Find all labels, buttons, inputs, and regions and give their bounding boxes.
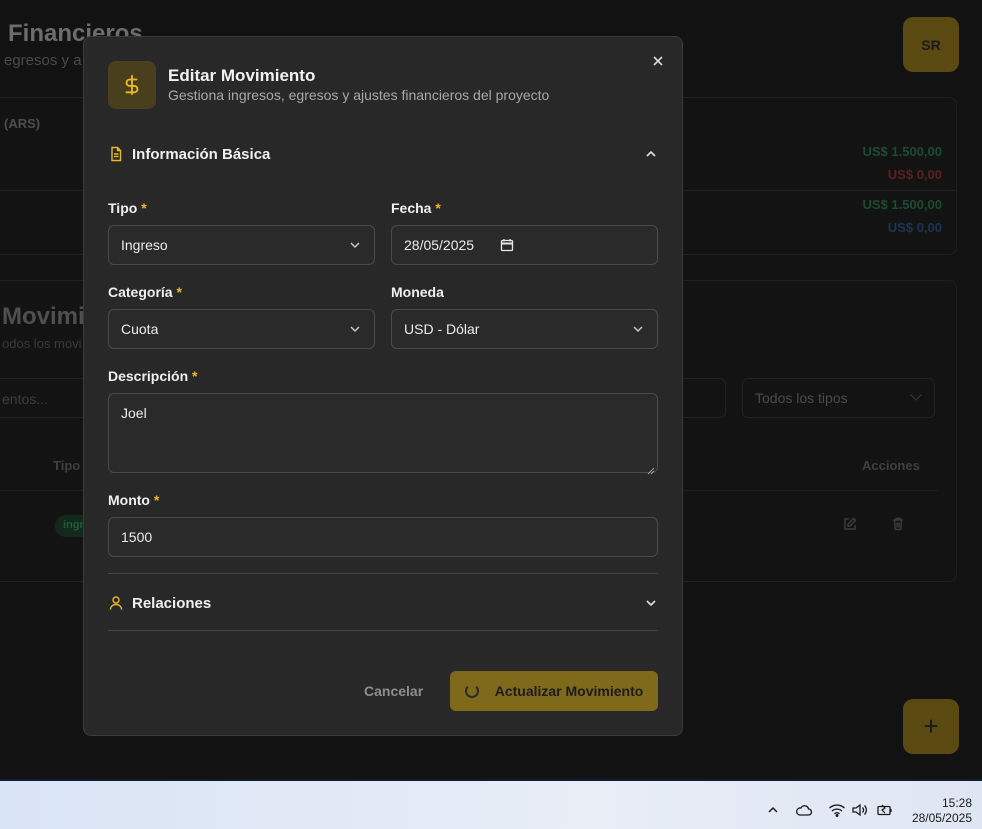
categoria-label-text: Categoría xyxy=(108,284,173,300)
chevron-down-icon xyxy=(348,322,362,336)
avatar[interactable]: SR xyxy=(903,17,959,72)
categoria-label: Categoría * xyxy=(108,284,182,300)
clock[interactable]: 15:28 28/05/2025 xyxy=(912,796,972,826)
chevron-down-icon xyxy=(348,238,362,252)
resize-handle[interactable] xyxy=(647,462,655,475)
search-placeholder: entos... xyxy=(2,391,48,407)
dialog-title: Editar Movimiento xyxy=(168,66,316,85)
money-expense: US$ 0,00 xyxy=(887,167,942,182)
monto-label: Monto * xyxy=(108,492,159,508)
add-movement-button[interactable]: + xyxy=(903,699,959,754)
tipo-label: Tipo * xyxy=(108,200,147,216)
descripcion-textarea[interactable]: Joel xyxy=(108,393,658,475)
section-basic-info-title: Información Básica xyxy=(132,145,271,163)
battery-icon[interactable] xyxy=(876,801,894,819)
fecha-value: 28/05/2025 xyxy=(404,237,475,253)
type-filter-select[interactable]: Todos los tipos xyxy=(742,378,935,418)
section-relations-header[interactable]: Relaciones xyxy=(108,591,658,615)
cloud-icon[interactable] xyxy=(795,801,813,819)
required-marker: * xyxy=(435,200,441,216)
edit-icon[interactable] xyxy=(842,516,858,532)
clock-time: 15:28 xyxy=(941,796,972,810)
monto-label-text: Monto xyxy=(108,492,150,508)
update-movement-label: Actualizar Movimiento xyxy=(494,683,644,699)
loading-spinner-icon xyxy=(464,684,479,698)
clock-date: 28/05/2025 xyxy=(911,811,972,825)
money-income: US$ 1.500,00 xyxy=(862,144,942,159)
wifi-icon[interactable] xyxy=(828,801,846,819)
tipo-select[interactable]: Ingreso xyxy=(108,225,375,265)
moneda-value: USD - Dólar xyxy=(404,321,480,337)
section-basic-info-header[interactable]: Información Básica xyxy=(108,142,658,166)
tipo-label-text: Tipo xyxy=(108,200,138,216)
required-marker: * xyxy=(192,368,198,384)
movements-title: Movimi xyxy=(2,303,85,330)
cancel-button[interactable]: Cancelar xyxy=(364,683,423,699)
money-balance: US$ 1.500,00 xyxy=(862,197,942,212)
chevron-down-icon xyxy=(631,322,645,336)
descripcion-label: Descripción * xyxy=(108,368,197,384)
page-subtitle: egresos y a xyxy=(4,52,82,69)
document-icon xyxy=(108,146,124,162)
chevron-down-icon xyxy=(910,389,922,401)
close-icon[interactable] xyxy=(650,53,666,69)
type-filter-value: Todos los tipos xyxy=(755,390,848,406)
divider xyxy=(108,630,658,631)
fecha-input[interactable]: 28/05/2025 xyxy=(391,225,658,265)
fecha-label-text: Fecha xyxy=(391,200,432,216)
categoria-select[interactable]: Cuota xyxy=(108,309,375,349)
required-marker: * xyxy=(176,284,182,300)
column-header-tipo: Tipo xyxy=(53,458,81,473)
chevron-up-icon[interactable] xyxy=(764,801,782,819)
required-marker: * xyxy=(141,200,147,216)
money-adjust: US$ 0,00 xyxy=(887,220,942,235)
tipo-value: Ingreso xyxy=(121,237,168,253)
fecha-label: Fecha * xyxy=(391,200,441,216)
user-icon xyxy=(108,595,124,611)
column-header-acciones: Acciones xyxy=(862,458,920,473)
dollar-icon xyxy=(108,61,156,109)
chevron-up-icon xyxy=(644,147,658,161)
monto-input[interactable]: 1500 xyxy=(108,517,658,557)
moneda-label: Moneda xyxy=(391,284,444,300)
chevron-down-icon xyxy=(644,596,658,610)
dialog-subtitle: Gestiona ingresos, egresos y ajustes fin… xyxy=(168,87,550,103)
required-marker: * xyxy=(153,492,160,508)
update-movement-button[interactable]: Actualizar Movimiento xyxy=(450,671,658,711)
trash-icon[interactable] xyxy=(890,516,906,532)
calendar-icon[interactable] xyxy=(500,238,514,252)
moneda-select[interactable]: USD - Dólar xyxy=(391,309,658,349)
categoria-value: Cuota xyxy=(121,321,159,337)
section-relations-title: Relaciones xyxy=(132,594,212,612)
descripcion-label-text: Descripción xyxy=(108,368,189,384)
volume-icon[interactable] xyxy=(851,801,869,819)
currency-label: (ARS) xyxy=(4,116,41,131)
movements-subtitle: odos los movi xyxy=(2,336,82,351)
descripcion-value: Joel xyxy=(121,405,147,421)
divider xyxy=(108,573,658,574)
edit-movement-dialog: Editar Movimiento Gestiona ingresos, egr… xyxy=(83,36,683,736)
monto-value: 1500 xyxy=(121,529,153,545)
